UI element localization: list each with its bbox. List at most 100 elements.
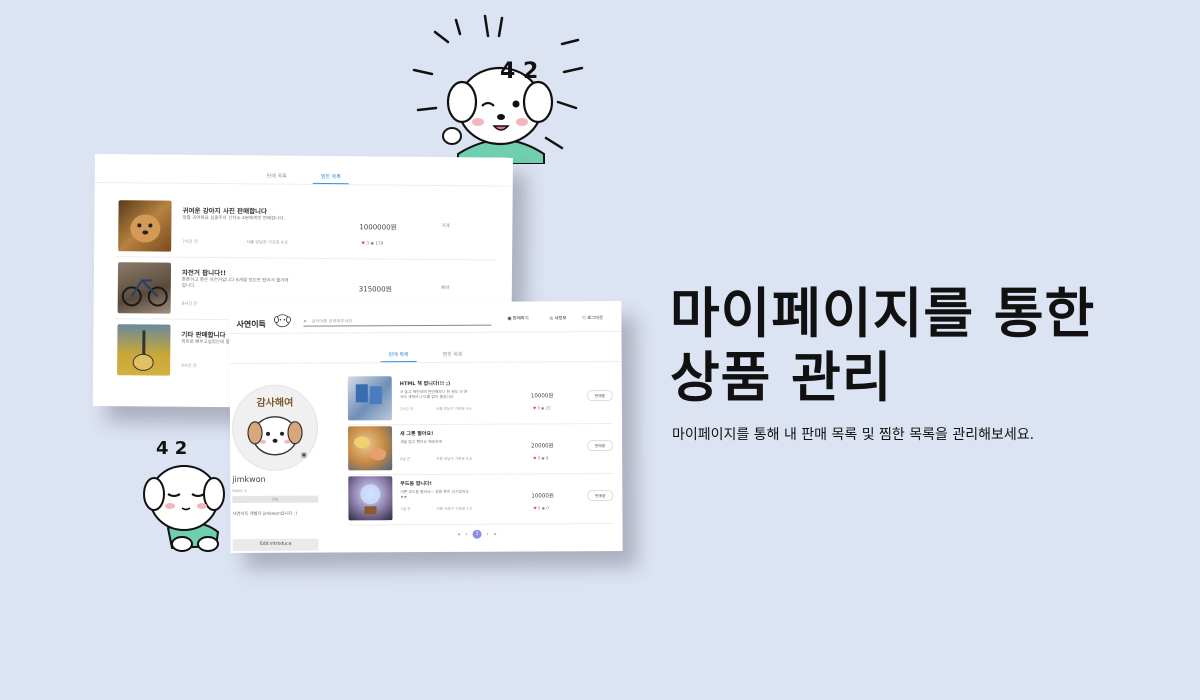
item-time: 7일 전 (400, 507, 411, 512)
sale-status-button[interactable]: 판매중 (587, 490, 614, 502)
tab-bar: 판매 목록 찜한 목록 (229, 346, 622, 365)
tab-sales-list[interactable]: 판매 목록 (259, 169, 295, 183)
item-title: 새 그릇 팔아요! (400, 430, 434, 438)
item-description: 사 놓고 책만보며 한번해보니 한 권도 안 본 거라 새책이나 다름 없어 좋… (399, 388, 468, 400)
item-description: 새를 법고 했어요 깨끗하게 (400, 438, 443, 445)
tab-wishlist[interactable]: 찜한 목록 (435, 348, 471, 362)
item-description: 튼튼하고 좋은 자전거입니다 6개월 정도만 탔어서 팔거래합니다. (181, 277, 289, 289)
item-stats: ♥ 0 ◉ 23 (533, 405, 551, 410)
item-views: 23 (545, 405, 551, 411)
nav-sell[interactable]: ▣ 판매하기 (507, 315, 528, 321)
headline: 마이페이지를 통한 상품 관리 마이페이지를 통해 내 판매 목록 및 찜한 목… (670, 282, 1170, 444)
list-item[interactable]: 귀여운 강아지 사진 판매합니다 정말 귀여워요 심쿵주의 신작소 4분에게만 … (116, 198, 497, 261)
item-time: 8일 전 (400, 457, 411, 462)
next-page-icon[interactable]: › (487, 531, 489, 537)
eye-icon: ◉ (370, 240, 375, 246)
item-stats: ♥ 3 ◉ 179 (361, 240, 383, 245)
book-photo-icon (355, 384, 382, 405)
bowl-photo-icon (354, 436, 387, 461)
prev-page-icon[interactable]: ‹ (466, 531, 468, 537)
profile-intro: 사연이득 개발자 jimkwon입니다 :) (232, 511, 298, 518)
heart-icon: ♥ (361, 240, 366, 246)
pagination: « ‹ 1 › » (458, 529, 497, 539)
list-item[interactable]: HTML 책 팝니다!!! ;) 사 놓고 책만보며 한번해보니 한 권도 안 … (347, 373, 613, 426)
product-thumbnail (347, 426, 393, 471)
heart-icon: ♥ (532, 405, 537, 411)
profile-level: level. 1 (232, 487, 247, 494)
first-page-icon[interactable]: « (458, 531, 461, 537)
item-description: 이쁜 무드등 팔아요~ 정말 특히 인기있어요 ★★ (400, 488, 469, 500)
site-header: 사연이득 ⌕ 검색어를 입력해주세요 ▣ 판매하기 ◎ 내정보 ⎋ 로그아웃 (229, 300, 622, 335)
eye-icon: ◉ (541, 455, 545, 461)
level-progress-label: 0% (272, 496, 279, 502)
tab-wishlist[interactable]: 찜한 목록 (312, 169, 349, 185)
edit-introduce-button[interactable]: Edit introduce (232, 538, 319, 552)
item-title: 자전거 팝니다!! (181, 268, 227, 278)
product-thumbnail (117, 324, 171, 376)
item-views: 179 (375, 240, 384, 246)
item-likes: 0 (537, 455, 541, 461)
sell-icon: ▣ (507, 316, 512, 322)
item-price: 20000원 (531, 443, 554, 450)
eye-icon: ◉ (541, 505, 546, 511)
mascot-bottom-number: 4 2 (156, 438, 187, 459)
heart-icon: ♥ (533, 505, 537, 511)
nav-sell-label: 판매하기 (512, 316, 529, 322)
eye-icon: ◉ (541, 405, 545, 411)
site-logo[interactable]: 사연이득 (236, 319, 266, 330)
mypage-screenshot: 사연이득 ⌕ 검색어를 입력해주세요 ▣ 판매하기 ◎ 내정보 ⎋ 로그아웃 판… (229, 300, 623, 554)
tab-sales-list[interactable]: 판매 목록 (380, 348, 417, 363)
search-icon: ⌕ (303, 317, 307, 325)
dog-logo-icon (274, 314, 291, 328)
sale-status-button[interactable]: 판매중 (586, 390, 613, 402)
dog-mascot-sleepy-icon: 4 2 (143, 438, 225, 552)
item-likes: 0 (538, 505, 541, 511)
item-title: 기타 판매합니다 (181, 330, 226, 340)
tab-bar: 판매 목록 찜한 목록 (94, 167, 513, 187)
sale-status-button[interactable]: 판매중 (587, 440, 614, 452)
nav-my-info-label: 내정보 (554, 316, 567, 322)
profile-username: jimkwon (232, 474, 266, 485)
bicycle-photo-icon (121, 278, 168, 307)
dog-mascot-waving: 4 2 (412, 14, 592, 165)
list-item[interactable]: 무드등 팝니다! 이쁜 무드등 팔아요~ 정말 특히 인기있어요 ★★ 7일 전… (348, 473, 614, 526)
item-location: 서울 강남구 가로포 4.6 (246, 239, 288, 245)
item-title: 귀여운 강아지 사진 판매합니다 (182, 206, 268, 216)
item-time: 8시간 전 (181, 300, 198, 306)
item-title: HTML 책 팝니다!!! ;) (399, 380, 451, 388)
guitar-photo-icon (132, 330, 154, 371)
item-title: 무드등 팝니다! (400, 480, 432, 488)
dog-mascot-sleepy: 4 2 (138, 432, 238, 554)
item-location: 서울 강남구 가로포 4.6 (436, 456, 472, 461)
nav-logout[interactable]: ⎋ 로그아웃 (582, 315, 603, 321)
camera-icon[interactable]: ▣ (301, 452, 307, 459)
item-status: 거래 (441, 224, 450, 230)
logout-icon: ⎋ (582, 316, 586, 322)
item-price: 1000000원 (359, 223, 398, 232)
item-price: 10000원 (531, 493, 554, 500)
list-item[interactable]: 새 그릇 팔아요! 새를 법고 했어요 깨끗하게 8일 전 서울 강남구 가로포… (347, 423, 614, 476)
dog-mascot-waving-icon: 4 2 (412, 14, 584, 165)
page-current[interactable]: 1 (472, 529, 482, 539)
item-location: 서울 서초구 가로포 3.2 (436, 506, 473, 511)
item-views: 8 (545, 455, 549, 461)
heart-icon: ♥ (533, 455, 537, 461)
last-page-icon[interactable]: » (494, 531, 497, 537)
item-status: 예약 (440, 286, 450, 292)
product-thumbnail (348, 476, 393, 521)
item-description: 정말 귀여워요 심쿵주의 신작소 4분에게만 판매합니다. (182, 215, 285, 222)
nav-logout-label: 로그아웃 (587, 316, 604, 322)
item-likes: 3 (366, 240, 370, 246)
item-stats: ♥ 0 ◉ 0 (533, 505, 548, 510)
user-icon: ◎ (549, 316, 554, 322)
headline-line-1: 마이페이지를 통한 (670, 282, 1096, 345)
nav-my-info[interactable]: ◎ 내정보 (549, 315, 566, 321)
search-bar[interactable]: ⌕ 검색어를 입력해주세요 (303, 317, 492, 327)
item-time: 9시간 전 (181, 362, 197, 368)
product-thumbnail (347, 376, 392, 421)
mood-lamp-photo-icon (360, 484, 381, 515)
avatar-text: 감사해여 (256, 396, 293, 409)
headline-subtitle: 마이페이지를 통해 내 판매 목록 및 찜한 목록을 관리해보세요. (672, 427, 1035, 443)
search-input[interactable]: 검색어를 입력해주세요 (311, 318, 352, 324)
product-thumbnail (117, 262, 172, 314)
